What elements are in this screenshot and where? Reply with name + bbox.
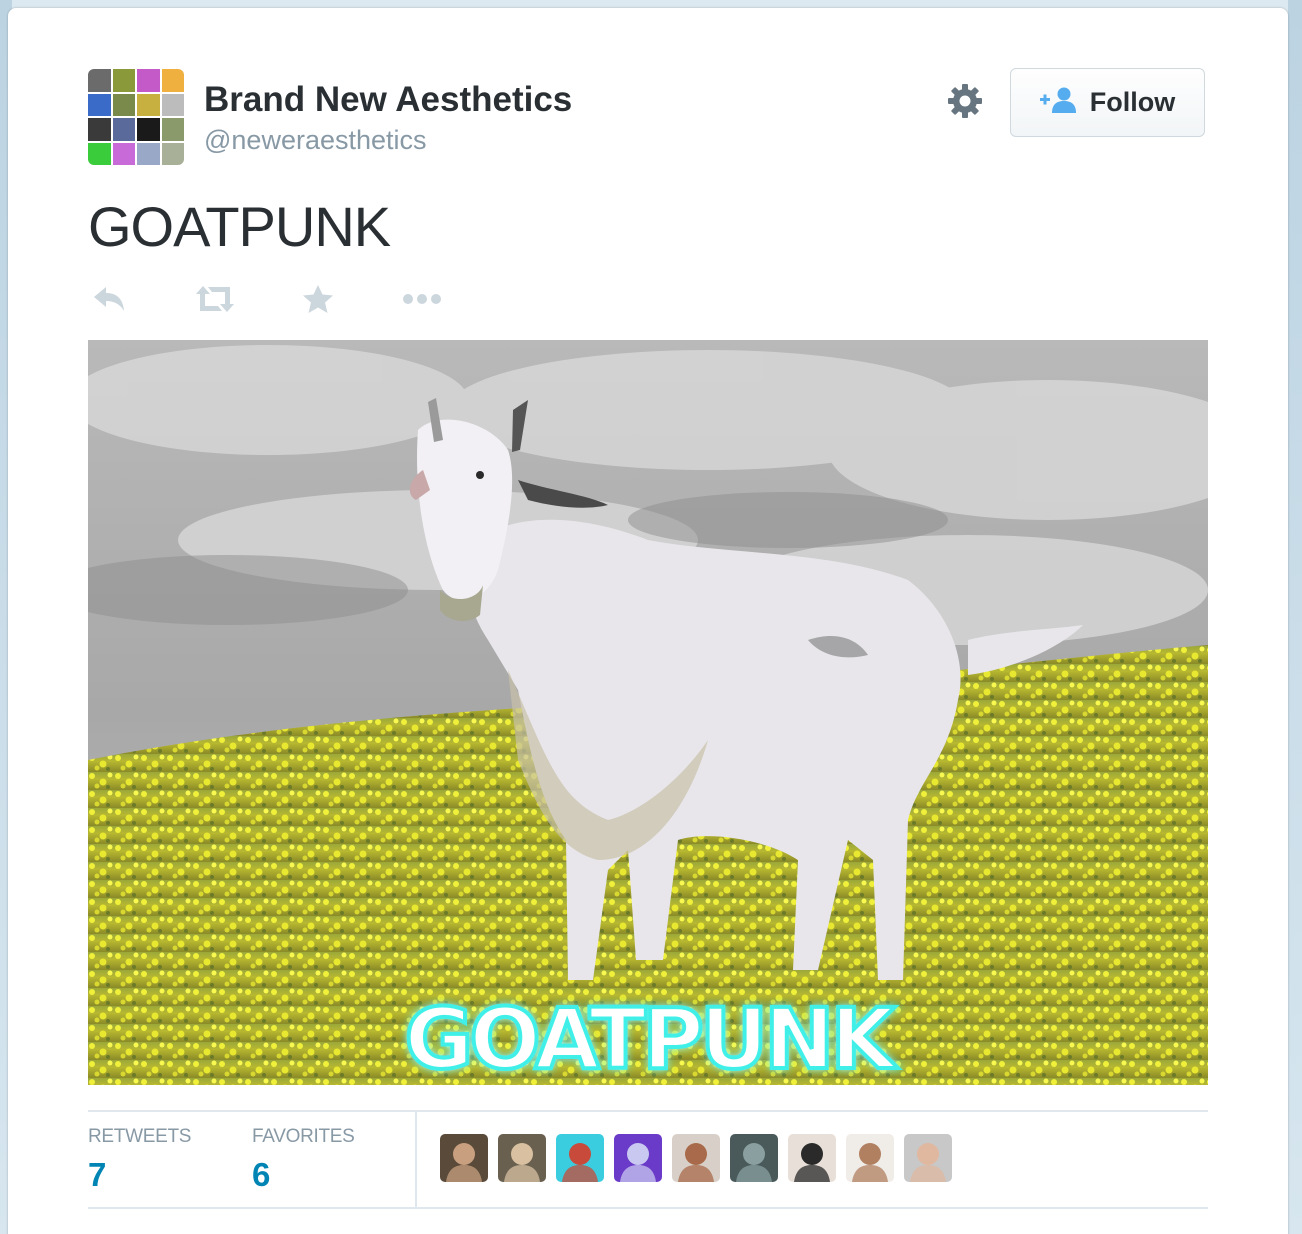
- star-icon: [302, 285, 334, 318]
- avatar-tile: [137, 93, 160, 116]
- user-avatar[interactable]: [88, 69, 184, 165]
- favoriter-avatar[interactable]: [788, 1134, 836, 1182]
- tweet-card: Brand New Aesthetics @neweraesthetics Fo…: [8, 8, 1288, 1234]
- avatar-tile: [88, 93, 111, 116]
- avatar-tile: [137, 142, 160, 165]
- avatar-tile: [112, 93, 135, 116]
- favoriter-avatar[interactable]: [440, 1134, 488, 1182]
- avatar-tile: [137, 69, 160, 92]
- favoriter-avatar[interactable]: [498, 1134, 546, 1182]
- avatar-tile: [112, 142, 135, 165]
- avatar-tile: [137, 118, 160, 141]
- more-dots-icon: [402, 293, 442, 310]
- favorites-stat[interactable]: FAVORITES 6: [252, 1126, 355, 1194]
- stats-divider: [415, 1112, 417, 1207]
- retweets-label: RETWEETS: [88, 1126, 192, 1147]
- media-overlay-text: GOATPUNK: [404, 990, 898, 1085]
- follow-button[interactable]: Follow: [1010, 68, 1205, 137]
- favoriter-avatar[interactable]: [730, 1134, 778, 1182]
- user-display-name[interactable]: Brand New Aesthetics: [204, 80, 572, 120]
- avatar-tile: [112, 118, 135, 141]
- favoriter-avatar[interactable]: [556, 1134, 604, 1182]
- tweet-media-image[interactable]: GOATPUNK: [88, 340, 1208, 1085]
- avatar-tile: [88, 142, 111, 165]
- avatar-tile: [161, 93, 184, 116]
- avatar-tile: [88, 69, 111, 92]
- avatar-tile: [112, 69, 135, 92]
- favoriter-avatar[interactable]: [904, 1134, 952, 1182]
- retweet-icon: [194, 286, 236, 318]
- favoriter-avatar[interactable]: [846, 1134, 894, 1182]
- favorite-button[interactable]: [302, 284, 334, 316]
- avatar-tile: [161, 118, 184, 141]
- favorites-label: FAVORITES: [252, 1126, 355, 1147]
- retweets-stat[interactable]: RETWEETS 7: [88, 1126, 191, 1194]
- avatar-tile: [161, 142, 184, 165]
- more-button[interactable]: [402, 292, 442, 324]
- gear-icon[interactable]: [946, 82, 984, 120]
- follow-button-label: Follow: [1089, 87, 1176, 117]
- avatar-tile: [88, 118, 111, 141]
- tweet-text: GOATPUNK: [88, 195, 391, 258]
- follow-user-icon: [1039, 87, 1078, 118]
- tweet-stats: RETWEETS 7 FAVORITES 6: [88, 1110, 1208, 1209]
- retweets-count: 7: [88, 1156, 107, 1193]
- page-background-right: [1288, 0, 1302, 1234]
- reply-icon: [92, 287, 126, 318]
- retweet-button[interactable]: [194, 284, 236, 316]
- user-screen-name[interactable]: @neweraesthetics: [204, 125, 427, 156]
- favoriter-avatar[interactable]: [614, 1134, 662, 1182]
- favorites-count: 6: [252, 1156, 271, 1193]
- favoriter-avatars: [440, 1134, 952, 1182]
- avatar-tile: [161, 69, 184, 92]
- favoriter-avatar[interactable]: [672, 1134, 720, 1182]
- reply-button[interactable]: [92, 284, 126, 316]
